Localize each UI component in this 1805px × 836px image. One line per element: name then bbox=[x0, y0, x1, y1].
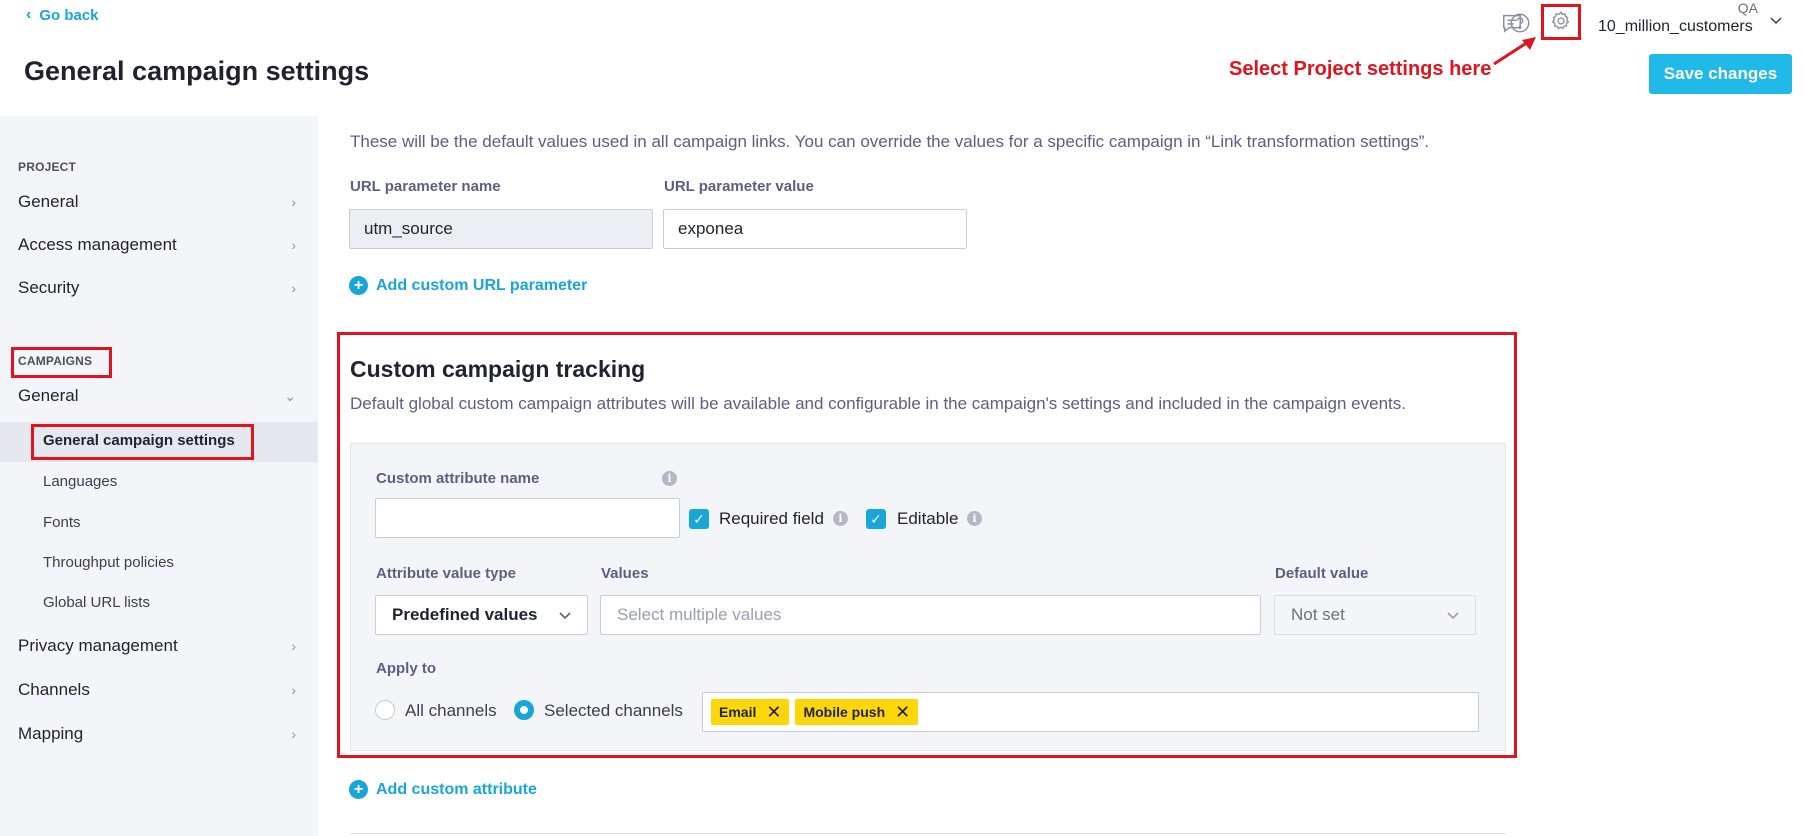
chevron-right-icon: › bbox=[291, 638, 296, 654]
sidebar-item-label: Mapping bbox=[18, 724, 84, 743]
channels-chip-input[interactable]: Email ✕ Mobile push ✕ bbox=[702, 692, 1479, 732]
close-icon[interactable]: ✕ bbox=[895, 703, 910, 721]
help-icon-svg[interactable] bbox=[1505, 8, 1535, 38]
annotation-arrow-icon bbox=[1493, 37, 1536, 66]
chevron-right-icon: › bbox=[291, 194, 296, 210]
default-value-selected: Not set bbox=[1291, 605, 1345, 624]
sidebar-item-label: General bbox=[18, 192, 79, 211]
sidebar-item-campaigns-general[interactable]: General ⌄ bbox=[18, 386, 296, 406]
values-multiselect[interactable]: Select multiple values bbox=[600, 595, 1261, 635]
chevron-down-icon[interactable] bbox=[1770, 14, 1782, 28]
project-name: 10_million_customers bbox=[1598, 18, 1753, 35]
sidebar-item-label: General bbox=[18, 386, 79, 405]
go-back-link[interactable]: ‹ Go back bbox=[26, 6, 99, 24]
project-switcher[interactable]: QA 10_million_customers bbox=[1598, 0, 1758, 36]
add-custom-attribute-link[interactable]: + Add custom attribute bbox=[349, 780, 537, 799]
chevron-down-icon bbox=[559, 608, 571, 623]
attribute-value-type-label: Attribute value type bbox=[376, 565, 517, 582]
chevron-right-icon: › bbox=[291, 682, 296, 698]
sidebar-section-project: PROJECT bbox=[18, 160, 77, 174]
sidebar-item-privacy-management[interactable]: Privacy management › bbox=[18, 636, 296, 656]
chevron-down-icon: ⌄ bbox=[284, 387, 296, 404]
channel-chip-label: Email bbox=[719, 704, 757, 720]
chevron-right-icon: › bbox=[291, 726, 296, 742]
sidebar-item-security[interactable]: Security › bbox=[18, 278, 296, 298]
info-icon[interactable]: i bbox=[967, 511, 982, 526]
url-params-intro: These will be the default values used in… bbox=[350, 132, 1430, 151]
gear-highlight-box bbox=[1541, 4, 1581, 40]
all-channels-label: All channels bbox=[405, 701, 497, 720]
info-icon[interactable]: i bbox=[662, 471, 677, 486]
page-title: General campaign settings bbox=[24, 56, 370, 86]
info-icon[interactable]: i bbox=[833, 511, 848, 526]
sidebar-item-label: Channels bbox=[18, 680, 90, 699]
section-divider bbox=[350, 833, 1506, 834]
sidebar-item-label: Privacy management bbox=[18, 636, 178, 655]
url-param-name-input: utm_source bbox=[349, 209, 653, 249]
chevron-right-icon: › bbox=[291, 237, 296, 253]
values-label: Values bbox=[601, 565, 649, 582]
sidebar-item-mapping[interactable]: Mapping › bbox=[18, 724, 296, 744]
sidebar-item-access-management[interactable]: Access management › bbox=[18, 235, 296, 255]
campaigns-highlight-box bbox=[11, 347, 112, 378]
default-value-label: Default value bbox=[1275, 565, 1369, 582]
sidebar-item-label: Security bbox=[18, 278, 80, 297]
all-channels-radio[interactable] bbox=[375, 700, 395, 720]
editable-label: Editable bbox=[897, 509, 959, 528]
close-icon[interactable]: ✕ bbox=[766, 703, 781, 721]
add-custom-attribute-label: Add custom attribute bbox=[376, 780, 537, 798]
chevron-left-icon: ‹ bbox=[26, 6, 32, 23]
plus-circle-icon: + bbox=[349, 780, 368, 799]
attribute-value-type-select[interactable]: Predefined values bbox=[375, 595, 588, 635]
editable-checkbox[interactable]: ✓ bbox=[866, 509, 886, 529]
sidebar: PROJECT General › Access management › Se… bbox=[0, 116, 318, 836]
url-param-name-label: URL parameter name bbox=[350, 178, 501, 195]
apply-to-label: Apply to bbox=[376, 660, 436, 677]
selected-channels-label: Selected channels bbox=[544, 701, 683, 720]
channel-chip[interactable]: Mobile push ✕ bbox=[795, 699, 919, 725]
channel-chip-label: Mobile push bbox=[803, 704, 886, 720]
default-value-select: Not set bbox=[1274, 595, 1476, 635]
sidebar-item-languages[interactable]: Languages bbox=[43, 473, 117, 490]
add-custom-url-parameter-label: Add custom URL parameter bbox=[376, 276, 588, 294]
sidebar-item-global-url-lists[interactable]: Global URL lists bbox=[43, 594, 150, 611]
sidebar-item-channels[interactable]: Channels › bbox=[18, 680, 296, 700]
go-back-label: Go back bbox=[39, 6, 99, 24]
required-field-checkbox[interactable]: ✓ bbox=[689, 509, 709, 529]
sidebar-item-fonts[interactable]: Fonts bbox=[43, 514, 81, 531]
url-param-value-input[interactable]: exponea bbox=[663, 209, 967, 249]
custom-tracking-title: Custom campaign tracking bbox=[350, 356, 646, 382]
project-environment: QA bbox=[1737, 0, 1758, 16]
custom-attribute-name-input[interactable] bbox=[375, 498, 680, 538]
sidebar-item-label: Access management bbox=[18, 235, 177, 254]
attribute-value-type-selected: Predefined values bbox=[392, 605, 538, 624]
chevron-down-icon bbox=[1447, 608, 1459, 623]
sidebar-item-general[interactable]: General › bbox=[18, 192, 296, 212]
annotation-text: Select Project settings here bbox=[1229, 58, 1492, 80]
chevron-right-icon: › bbox=[291, 280, 296, 296]
required-field-label: Required field bbox=[719, 509, 824, 528]
custom-tracking-description: Default global custom campaign attribute… bbox=[350, 394, 1406, 413]
plus-circle-icon: + bbox=[349, 276, 368, 295]
general-settings-highlight-box bbox=[31, 424, 254, 460]
url-param-value-label: URL parameter value bbox=[664, 178, 814, 195]
selected-channels-radio[interactable] bbox=[514, 700, 534, 720]
channel-chip[interactable]: Email ✕ bbox=[711, 699, 790, 725]
sidebar-item-throughput-policies[interactable]: Throughput policies bbox=[43, 554, 174, 571]
page: ‹ Go back General campaign settings QA 1… bbox=[0, 0, 1805, 836]
save-button[interactable]: Save changes bbox=[1649, 54, 1792, 94]
add-custom-url-parameter-link[interactable]: + Add custom URL parameter bbox=[349, 276, 587, 295]
custom-attribute-name-label: Custom attribute name bbox=[376, 470, 540, 487]
values-placeholder: Select multiple values bbox=[617, 605, 782, 624]
